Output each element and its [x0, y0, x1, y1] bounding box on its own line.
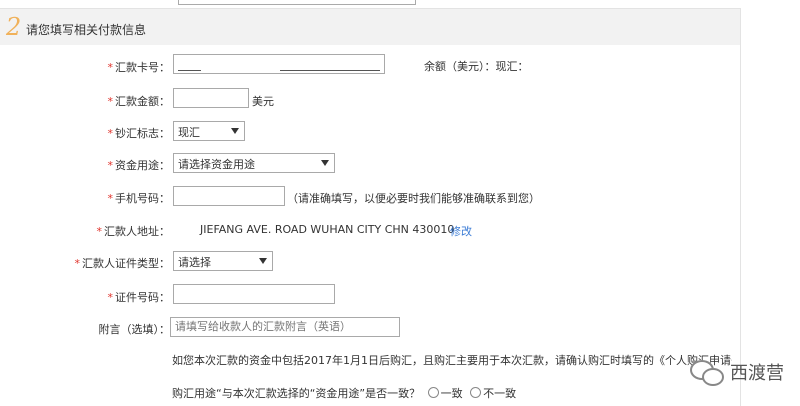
radio-inconsistent[interactable]	[470, 387, 482, 398]
amount-label: * 汇款金额：	[107, 95, 171, 108]
notice-question: 购汇用途“与本次汇款选择的“资金用途”是否一致？	[172, 387, 421, 400]
chevron-down-icon	[321, 160, 329, 166]
amount-unit: 美元	[252, 95, 274, 108]
id-type-select[interactable]: 请选择	[173, 251, 273, 271]
previous-select[interactable]	[178, 0, 416, 5]
currency-flag-label: * 钞汇标志：	[107, 127, 171, 140]
remark-label: 附言（选填）：	[98, 323, 171, 336]
radio-consistent[interactable]	[427, 387, 439, 398]
address-edit-link[interactable]: 修改	[450, 223, 472, 239]
purpose-label: * 资金用途：	[107, 159, 171, 172]
card-no-input[interactable]	[173, 54, 385, 74]
watermark: 西渡营	[690, 358, 784, 386]
purpose-select[interactable]: 请选择资金用途	[173, 153, 335, 173]
address-label: * 汇款人地址：	[96, 225, 171, 238]
chevron-down-icon	[259, 258, 267, 264]
card-no-segment-2	[280, 70, 380, 71]
divider	[740, 8, 741, 406]
phone-input[interactable]	[173, 186, 285, 206]
remark-input[interactable]	[170, 317, 400, 337]
id-type-label: * 汇款人证件类型：	[74, 257, 171, 270]
section-number: 2	[6, 13, 22, 41]
notice-line-1: 如您本次汇款的资金中包括2017年1月1日后购汇，且购汇主要用于本次汇款，请确认…	[172, 354, 732, 367]
section-header: 2 请您填写相关付款信息	[0, 8, 740, 45]
phone-hint: （请准确填写，以便必要时我们能够准确联系到您）	[287, 192, 540, 205]
card-no-label: * 汇款卡号：	[107, 61, 171, 74]
chevron-down-icon	[231, 128, 239, 134]
balance-label: 余额（美元）：现汇：	[424, 60, 529, 73]
id-no-input[interactable]	[173, 284, 335, 304]
wechat-icon	[690, 358, 724, 386]
id-no-label: * 证件号码：	[107, 291, 171, 304]
amount-input[interactable]	[173, 88, 249, 108]
watermark-text: 西渡营	[730, 363, 784, 384]
notice-line-2: 购汇用途“与本次汇款选择的“资金用途”是否一致？ 一致 不一致	[172, 385, 516, 401]
address-value: JIEFANG AVE. ROAD WUHAN CITY CHN 430010	[200, 223, 455, 236]
radio-consistent-label: 一致	[440, 387, 463, 400]
section-title: 请您填写相关付款信息	[26, 23, 147, 37]
phone-label: * 手机号码：	[107, 192, 171, 205]
card-no-segment-1	[178, 70, 201, 71]
currency-flag-select[interactable]: 现汇	[173, 121, 245, 141]
radio-inconsistent-label: 不一致	[483, 387, 517, 400]
